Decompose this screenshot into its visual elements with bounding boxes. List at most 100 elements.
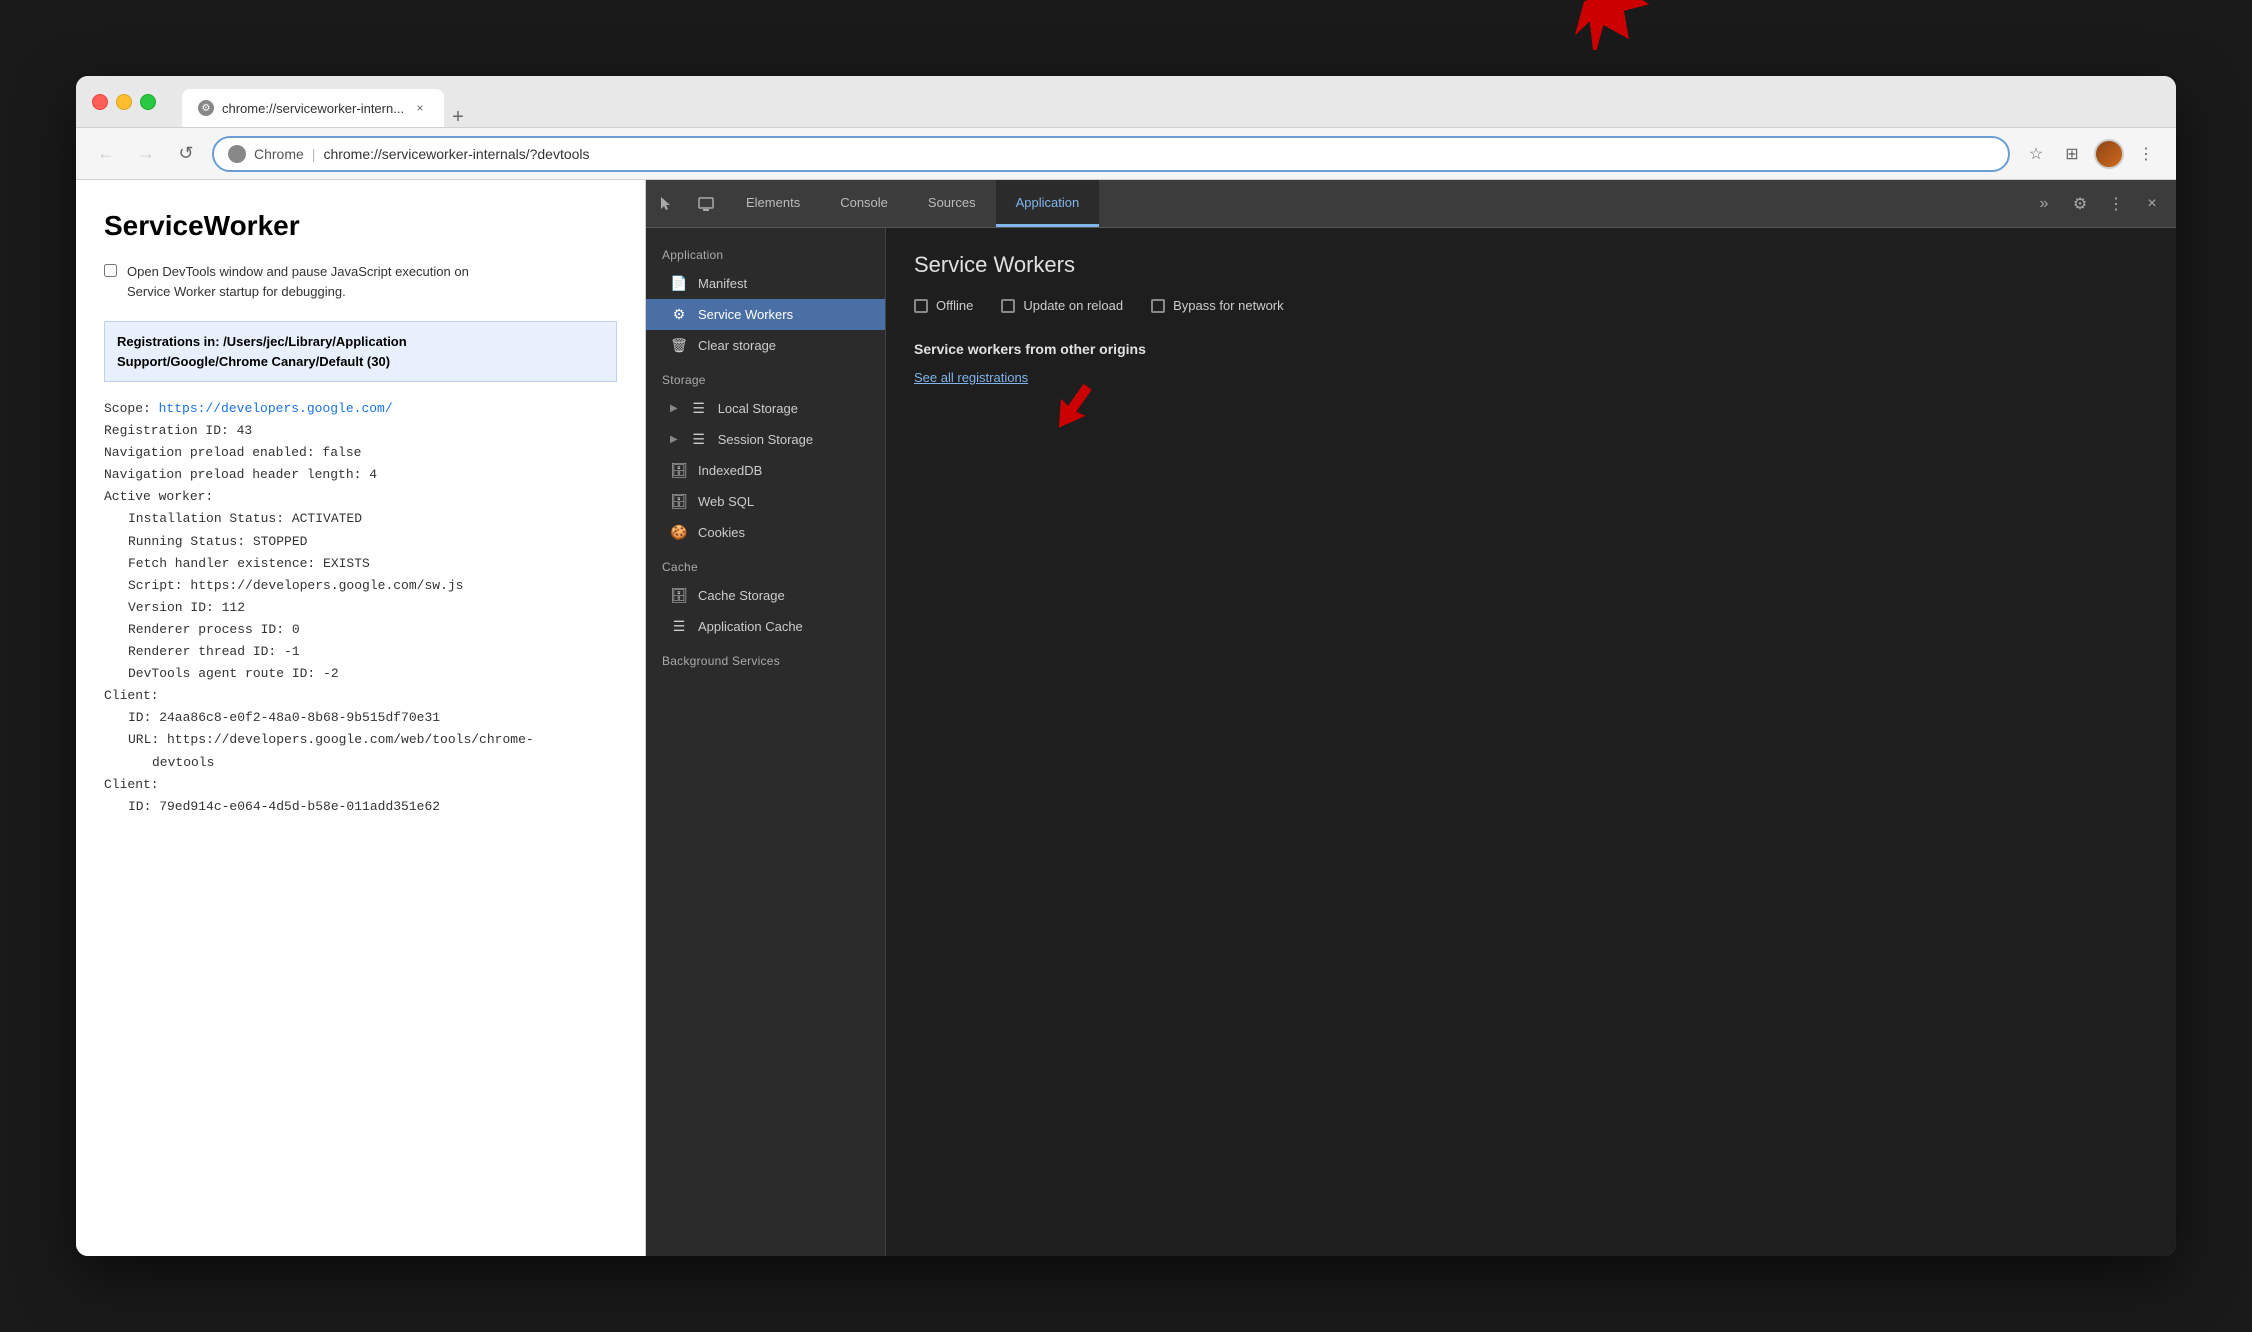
storage-section-header: Storage [646, 361, 885, 393]
see-all-registrations-link[interactable]: See all registrations [914, 370, 1028, 385]
expand-icon-local: ▶ [670, 403, 678, 414]
sidebar-item-clear-storage[interactable]: 🗑 Clear storage [646, 330, 885, 361]
extensions-button[interactable]: ⊞ [2058, 140, 2086, 168]
sidebar-item-app-cache[interactable]: ☰ Application Cache [646, 611, 885, 642]
title-bar: ⚙ chrome://serviceworker-intern... × + [76, 76, 2176, 128]
tab-close-button[interactable]: × [412, 100, 428, 116]
maximize-button[interactable] [140, 94, 156, 110]
cache-storage-icon: 🗄 [670, 587, 688, 604]
forward-button[interactable]: → [132, 140, 160, 168]
devtools-more-button[interactable]: ⋮ [2100, 188, 2132, 220]
sidebar-item-websql-label: Web SQL [698, 494, 754, 509]
tab-elements[interactable]: Elements [726, 180, 820, 227]
client-1-url-cont: devtools [104, 752, 617, 774]
sidebar-item-session-storage[interactable]: ▶ ☰ Session Storage [646, 424, 885, 455]
registrations-header: Registrations in: /Users/jec/Library/App… [104, 321, 617, 382]
close-button[interactable] [92, 94, 108, 110]
main-content: ServiceWorker Open DevTools window and p… [76, 180, 2176, 1256]
chrome-menu-button[interactable]: ⋮ [2132, 140, 2160, 168]
tab-application[interactable]: Application [996, 180, 1100, 227]
bypass-for-network-checkbox[interactable] [1151, 299, 1165, 313]
devtools-tab-actions: » ⚙ ⋮ × [2028, 188, 2176, 220]
sidebar-item-cookies[interactable]: 🍪 Cookies [646, 517, 885, 548]
minimize-button[interactable] [116, 94, 132, 110]
client-1-header: Client: [104, 685, 617, 707]
cursor-tool-button[interactable] [646, 180, 686, 228]
browser-tab[interactable]: ⚙ chrome://serviceworker-intern... × [182, 89, 444, 127]
sidebar-item-local-storage-label: Local Storage [718, 401, 798, 416]
debug-checkbox-label: Open DevTools window and pause JavaScrip… [127, 262, 469, 301]
device-icon [697, 195, 715, 213]
devtools-sidebar: Application 📄 Manifest ⚙ Service Workers… [646, 228, 886, 1256]
version-id-line: Version ID: 112 [104, 597, 617, 619]
cookies-icon: 🍪 [670, 524, 688, 541]
star-button[interactable]: ☆ [2022, 140, 2050, 168]
registrations-line1: Registrations in: /Users/jec/Library/App… [117, 334, 407, 349]
clear-storage-icon: 🗑 [670, 337, 688, 354]
tab-label: chrome://serviceworker-intern... [222, 101, 404, 116]
nav-preload-line: Navigation preload enabled: false [104, 442, 617, 464]
user-avatar[interactable] [2094, 139, 2124, 169]
device-tool-button[interactable] [686, 180, 726, 228]
offline-option: Offline [914, 298, 973, 313]
application-section-header: Application [646, 236, 885, 268]
websql-icon: 🗄 [670, 493, 688, 510]
session-storage-icon: ☰ [690, 431, 708, 448]
renderer-process-line: Renderer process ID: 0 [104, 619, 617, 641]
running-status-line: Running Status: STOPPED [104, 531, 617, 553]
address-bar[interactable]: Chrome | chrome://serviceworker-internal… [212, 136, 2010, 172]
sidebar-item-indexeddb[interactable]: 🗄 IndexedDB [646, 455, 885, 486]
devtools-close-button[interactable]: × [2136, 188, 2168, 220]
nav-bar: ← → ↺ Chrome | chrome://serviceworker-in… [76, 128, 2176, 180]
devtools-toolbar: Elements Console Sources Application » ⚙… [646, 180, 2176, 228]
sidebar-item-manifest[interactable]: 📄 Manifest [646, 268, 885, 299]
devtools-main-panel: Service Workers Offline Update on reload [886, 228, 2176, 1256]
panel-title: Service Workers [914, 252, 2148, 278]
address-url: chrome://serviceworker-internals/?devtoo… [323, 146, 1994, 162]
script-line: Script: https://developers.google.com/sw… [104, 575, 617, 597]
reg-id-line: Registration ID: 43 [104, 420, 617, 442]
update-on-reload-checkbox[interactable] [1001, 299, 1015, 313]
nav-preload-header-line: Navigation preload header length: 4 [104, 464, 617, 486]
page-title: ServiceWorker [104, 210, 617, 242]
debug-checkbox[interactable] [104, 264, 117, 277]
install-status-line: Installation Status: ACTIVATED [104, 508, 617, 530]
devtools-tabs: Elements Console Sources Application [726, 180, 2028, 227]
tab-bar: ⚙ chrome://serviceworker-intern... × + [182, 76, 472, 127]
scope-url[interactable]: https://developers.google.com/ [159, 401, 393, 416]
background-section-header: Background Services [646, 642, 885, 674]
site-icon [228, 145, 246, 163]
update-on-reload-label: Update on reload [1023, 298, 1123, 313]
app-cache-icon: ☰ [670, 618, 688, 635]
sidebar-item-local-storage[interactable]: ▶ ☰ Local Storage [646, 393, 885, 424]
client-1-id: ID: 24aa86c8-e0f2-48a0-8b68-9b515df70e31 [104, 707, 617, 729]
address-chrome-label: Chrome [254, 146, 304, 162]
offline-label: Offline [936, 298, 973, 313]
update-on-reload-option: Update on reload [1001, 298, 1123, 313]
devtools-settings-button[interactable]: ⚙ [2064, 188, 2096, 220]
scope-label: Scope: [104, 401, 151, 416]
offline-checkbox[interactable] [914, 299, 928, 313]
tab-sources[interactable]: Sources [908, 180, 996, 227]
sidebar-item-app-cache-label: Application Cache [698, 619, 803, 634]
nav-actions: ☆ ⊞ ⋮ [2022, 139, 2160, 169]
tab-console[interactable]: Console [820, 180, 908, 227]
back-button[interactable]: ← [92, 140, 120, 168]
reload-button[interactable]: ↺ [172, 140, 200, 168]
indexeddb-icon: 🗄 [670, 462, 688, 479]
options-row: Offline Update on reload Bypass for netw… [914, 298, 2148, 313]
sidebar-item-websql[interactable]: 🗄 Web SQL [646, 486, 885, 517]
arrow-annotation-2 [1034, 359, 1124, 439]
manifest-icon: 📄 [670, 275, 688, 292]
client-2-id: ID: 79ed914c-e064-4d5d-b58e-011add351e62 [104, 796, 617, 818]
new-tab-button[interactable]: + [444, 107, 472, 127]
sidebar-item-cache-storage-label: Cache Storage [698, 588, 785, 603]
client-2-header: Client: [104, 774, 617, 796]
client-1-url: URL: https://developers.google.com/web/t… [104, 729, 617, 751]
more-tabs-button[interactable]: » [2028, 188, 2060, 220]
see-all-container: See all registrations [914, 369, 1028, 387]
sidebar-item-cookies-label: Cookies [698, 525, 745, 540]
sidebar-item-service-workers-label: Service Workers [698, 307, 793, 322]
sidebar-item-service-workers[interactable]: ⚙ Service Workers [646, 299, 885, 330]
sidebar-item-cache-storage[interactable]: 🗄 Cache Storage [646, 580, 885, 611]
